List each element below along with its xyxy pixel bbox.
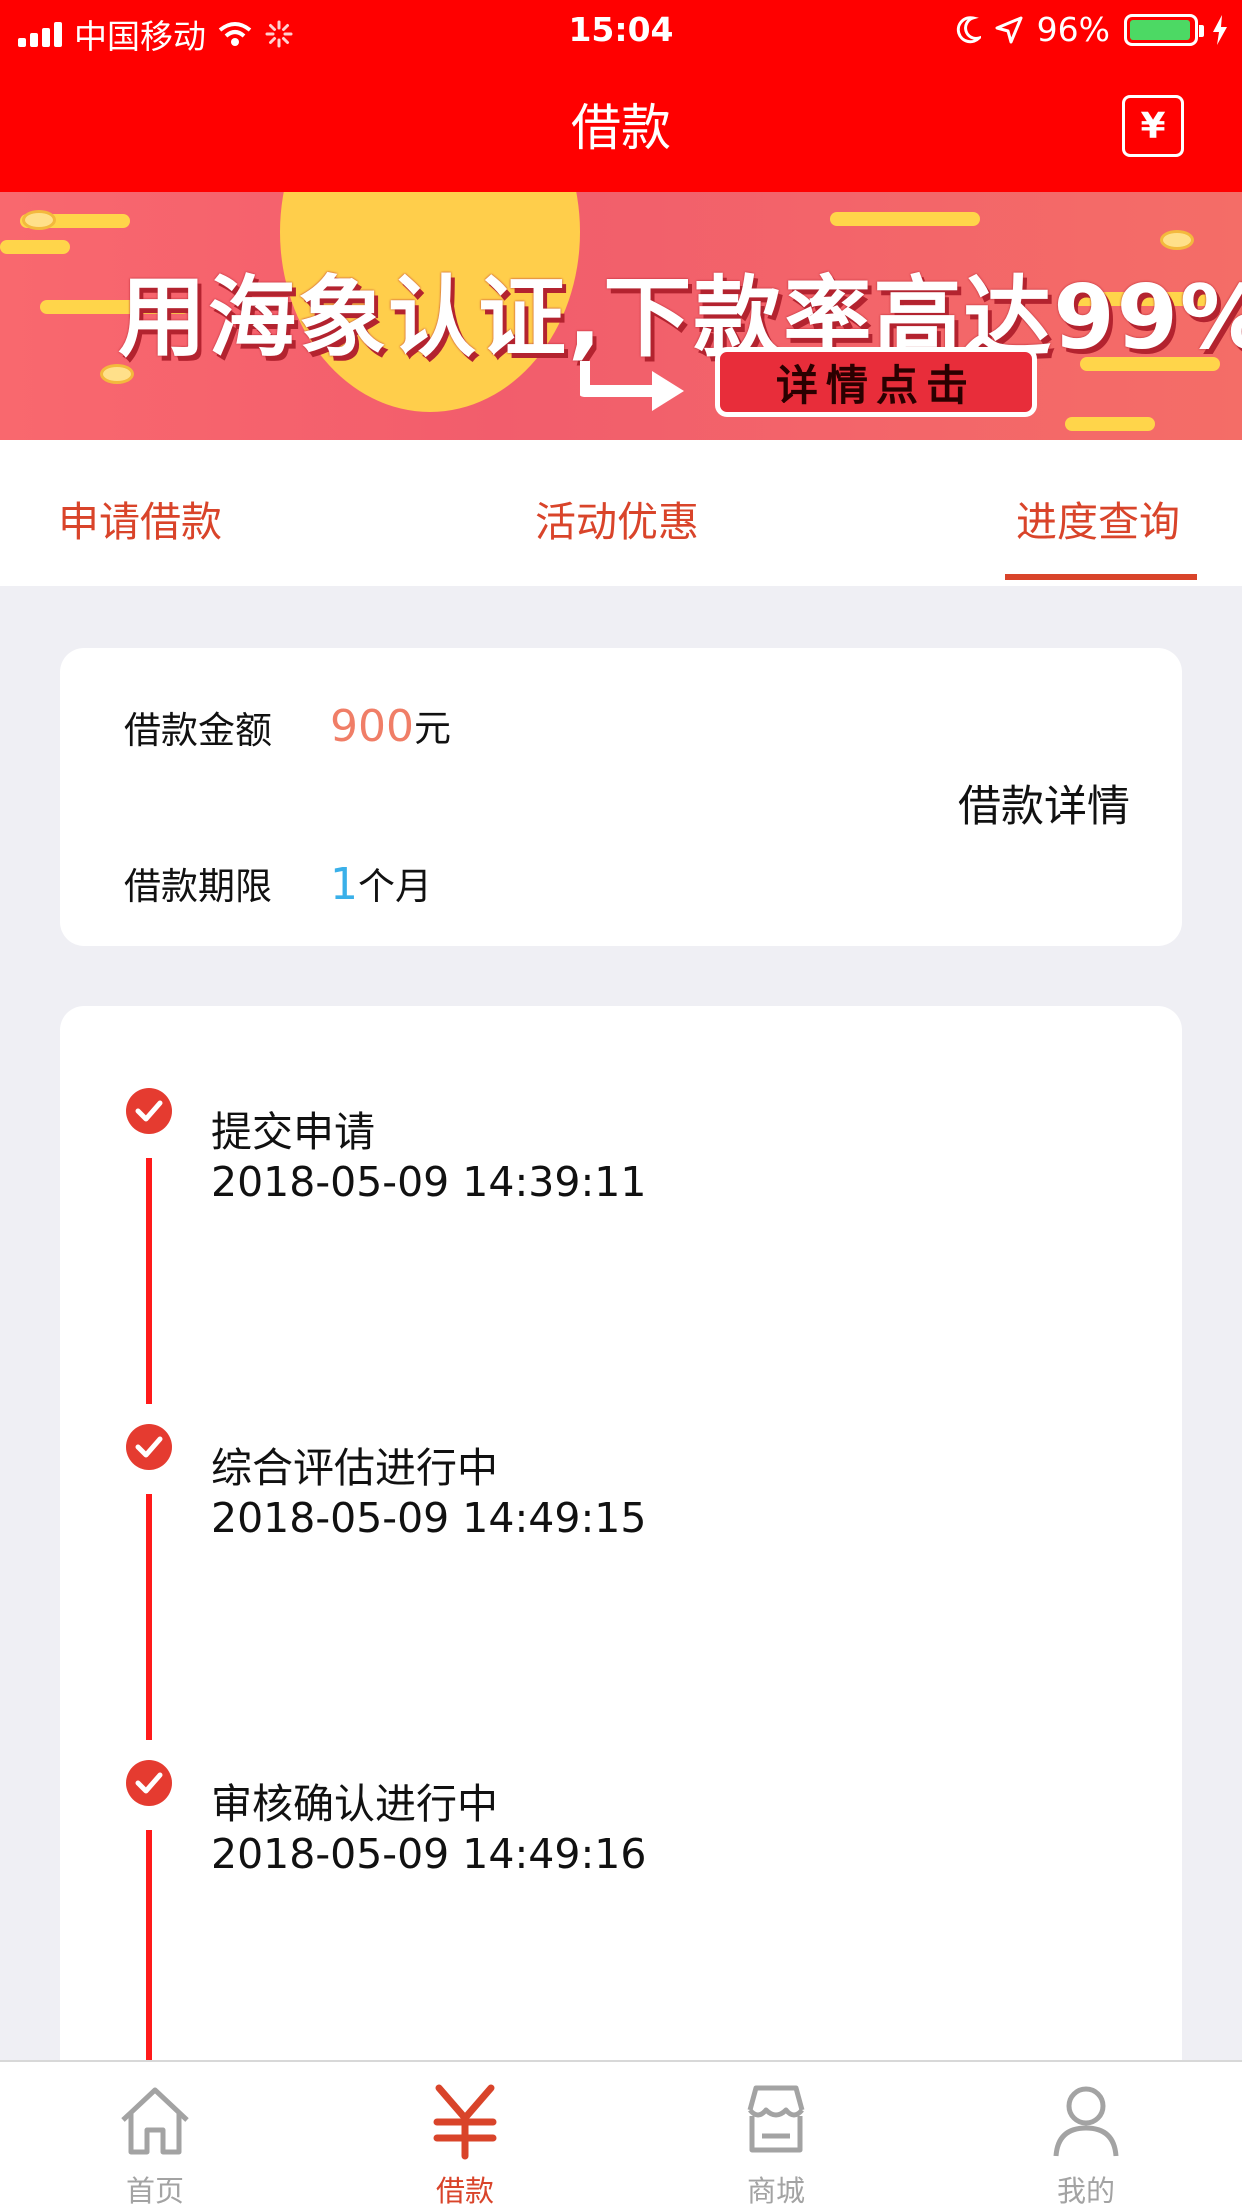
timeline-line — [146, 1494, 152, 1740]
bottom-tab-bar: 首页 借款 商城 我的 — [0, 2060, 1242, 2208]
tab-promotions[interactable]: 活动优惠 — [535, 488, 699, 548]
arrow-right-icon — [580, 361, 684, 411]
term-number: 1 — [330, 859, 358, 910]
top-bar: 中国移动 15:04 96% 借款 ¥ — [0, 0, 1242, 192]
tabbar-label: 借款 — [435, 2174, 494, 2208]
tabbar-label: 首页 — [125, 2174, 184, 2208]
loan-summary-card: 借款金额 900元 借款期限 1个月 借款详情 — [60, 648, 1182, 946]
yen-icon — [433, 2084, 497, 2160]
progress-timeline-card: 提交申请 2018-05-09 14:39:11 综合评估进行中 2018-05… — [60, 1006, 1182, 2170]
loan-progress-screen: 中国移动 15:04 96% 借款 ¥ 用海象认证,下款率高达99%! 详情点击… — [0, 0, 1242, 2208]
location-arrow-icon — [995, 16, 1023, 43]
active-tab-indicator — [1005, 574, 1197, 580]
tabbar-item-home[interactable]: 首页 — [95, 2080, 215, 2208]
step-title: 审核确认进行中 — [211, 1780, 498, 1828]
tabbar-item-profile[interactable]: 我的 — [1026, 2080, 1146, 2208]
tabbar-label: 我的 — [1056, 2174, 1115, 2208]
battery-icon — [1124, 13, 1204, 46]
loan-detail-link[interactable]: 借款详情 — [958, 772, 1130, 834]
tabbar-item-loan[interactable]: 借款 — [405, 2080, 525, 2208]
status-bar: 中国移动 15:04 96% — [0, 0, 1242, 62]
step-time: 2018-05-09 14:49:16 — [211, 1830, 647, 1878]
page-title: 借款 — [571, 99, 671, 157]
term-label: 借款期限 — [124, 865, 272, 908]
charging-bolt-icon — [1213, 14, 1227, 45]
home-icon — [121, 2087, 189, 2155]
step-time: 2018-05-09 14:39:11 — [211, 1158, 647, 1206]
segment-tabs: 申请借款 活动优惠 进度查询 — [0, 440, 1242, 586]
step-title: 提交申请 — [211, 1108, 375, 1156]
tab-progress-query[interactable]: 进度查询 — [1016, 488, 1180, 548]
check-circle-icon — [126, 1760, 172, 1806]
moon-icon — [956, 15, 981, 43]
amount-number: 900 — [330, 701, 414, 752]
yen-swap-icon: ¥ — [1140, 105, 1166, 147]
timeline-line — [146, 1158, 152, 1404]
banner-detail-button[interactable]: 详情点击 — [715, 347, 1037, 417]
term-value: 1个月 — [330, 856, 432, 910]
banner-headline: 用海象认证,下款率高达99%! — [118, 266, 1242, 369]
amount-label: 借款金额 — [124, 709, 272, 752]
check-circle-icon — [126, 1088, 172, 1134]
user-icon — [1053, 2086, 1119, 2157]
term-unit: 个月 — [358, 865, 432, 908]
step-time: 2018-05-09 14:49:15 — [211, 1494, 647, 1542]
promo-banner[interactable]: 用海象认证,下款率高达99%! 详情点击 — [0, 192, 1242, 440]
tabbar-label: 商城 — [746, 2174, 805, 2208]
amount-unit: 元 — [413, 707, 451, 750]
tab-apply-loan[interactable]: 申请借款 — [58, 488, 222, 548]
step-title: 综合评估进行中 — [211, 1444, 498, 1492]
tabbar-item-store[interactable]: 商城 — [716, 2080, 836, 2208]
check-circle-icon — [126, 1424, 172, 1470]
store-icon — [747, 2085, 805, 2153]
yen-swap-button[interactable]: ¥ — [1122, 95, 1184, 157]
battery-percent: 96% — [1036, 10, 1110, 49]
amount-value: 900元 — [330, 698, 451, 752]
